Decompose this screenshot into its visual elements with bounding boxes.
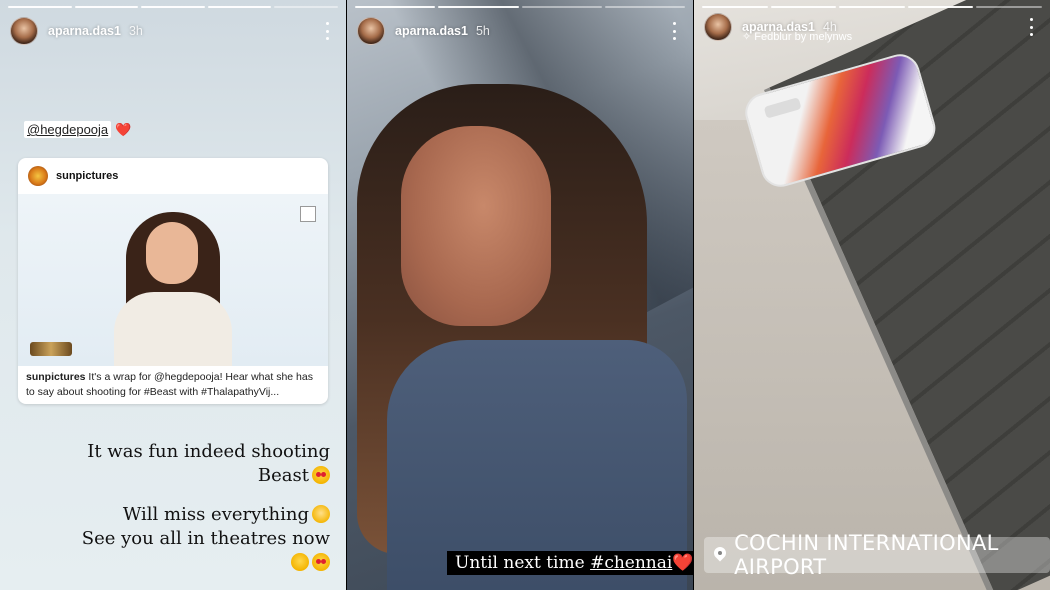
location-sticker[interactable]: COCHIN INTERNATIONAL AIRPORT bbox=[704, 531, 1050, 579]
story-text-line: See you all in theatres now bbox=[81, 528, 330, 549]
progress-segment bbox=[355, 6, 436, 8]
story-text-block-1: It was fun indeed shooting Beast bbox=[87, 440, 330, 488]
mention-sticker[interactable]: @hegdepooja ❤️ bbox=[24, 121, 132, 138]
story-text-line: It was fun indeed shooting bbox=[87, 441, 330, 462]
sad-emoji-icon bbox=[312, 505, 330, 523]
portrait-figure bbox=[108, 212, 238, 366]
more-vertical-icon[interactable] bbox=[1026, 18, 1036, 36]
hashtag-link[interactable]: #chennai bbox=[590, 553, 672, 573]
story-header: aparna.das1 5h bbox=[357, 16, 683, 46]
emoji-line bbox=[82, 551, 330, 575]
progress-segment bbox=[702, 6, 768, 8]
story-text-line-wrap: Will miss everything bbox=[82, 503, 330, 527]
progress-segment bbox=[438, 6, 519, 8]
caption-sticker[interactable]: Until next time #chennai❤️ bbox=[447, 551, 702, 575]
avatar[interactable] bbox=[704, 13, 732, 41]
heart-eyes-emoji-icon bbox=[312, 553, 330, 571]
card-image bbox=[18, 194, 328, 366]
story-text-line-wrap: Beast bbox=[87, 464, 330, 488]
avatar[interactable] bbox=[10, 17, 38, 45]
progress-segment bbox=[907, 6, 974, 8]
story-panel-2[interactable]: aparna.das1 5h bbox=[347, 0, 693, 590]
location-pin-icon bbox=[714, 547, 724, 563]
progress-segment bbox=[141, 6, 205, 8]
post-time: 3h bbox=[128, 24, 143, 38]
shared-post-card[interactable]: sunpictures sunpictures It's a wrap for … bbox=[18, 158, 328, 404]
card-caption: sunpictures It's a wrap for @hegdepooja!… bbox=[26, 370, 320, 400]
story-text-block-2: Will miss everything See you all in thea… bbox=[82, 503, 330, 575]
music-credit[interactable]: ✧ Fedblur by melynws bbox=[742, 30, 852, 43]
progress-segment bbox=[8, 6, 72, 8]
heart-eyes-emoji-icon bbox=[312, 466, 330, 484]
sunpictures-logo-icon bbox=[28, 166, 48, 186]
story-header: aparna.das1 3h bbox=[10, 16, 336, 46]
progress-segment bbox=[770, 6, 837, 8]
heart-emoji: ❤️ bbox=[115, 122, 132, 137]
progress-segment bbox=[207, 6, 272, 8]
story-progress-bars bbox=[8, 6, 338, 8]
card-header: sunpictures bbox=[18, 158, 328, 194]
progress-segment bbox=[976, 6, 1042, 8]
progress-segment bbox=[274, 6, 338, 8]
location-text: COCHIN INTERNATIONAL AIRPORT bbox=[734, 531, 999, 579]
post-time: 5h bbox=[475, 24, 490, 38]
heart-emoji: ❤️ bbox=[672, 553, 694, 573]
progress-segment bbox=[74, 6, 139, 8]
story-panel-3[interactable]: aparna.das1 4h ✧ Fedblur by melynws bbox=[694, 0, 1050, 590]
mention-tag[interactable]: @hegdepooja bbox=[24, 121, 112, 138]
more-vertical-icon[interactable] bbox=[322, 22, 332, 40]
sticker-text: Until next time bbox=[455, 553, 591, 573]
avatar[interactable] bbox=[357, 17, 385, 45]
more-vertical-icon[interactable] bbox=[669, 22, 679, 40]
beast-logo-icon bbox=[30, 342, 72, 356]
card-username[interactable]: sunpictures bbox=[56, 170, 118, 182]
username[interactable]: aparna.das1 bbox=[395, 24, 468, 38]
music-credit-text: Fedblur by melynws bbox=[754, 31, 853, 43]
progress-segment bbox=[604, 6, 685, 8]
username[interactable]: aparna.das1 bbox=[48, 24, 121, 38]
progress-segment bbox=[521, 6, 602, 8]
grin-emoji-icon bbox=[291, 553, 309, 571]
selfie-figure bbox=[347, 70, 693, 590]
story-progress-bars bbox=[355, 6, 685, 8]
story-progress-bars bbox=[702, 6, 1042, 8]
sparkle-music-icon: ✧ bbox=[742, 31, 755, 43]
story-panel-1[interactable]: aparna.das1 3h @hegdepooja ❤️ sunpictures… bbox=[0, 0, 346, 590]
corner-logo-icon bbox=[300, 206, 316, 222]
caption-username: sunpictures bbox=[26, 371, 86, 383]
progress-segment bbox=[839, 6, 905, 8]
